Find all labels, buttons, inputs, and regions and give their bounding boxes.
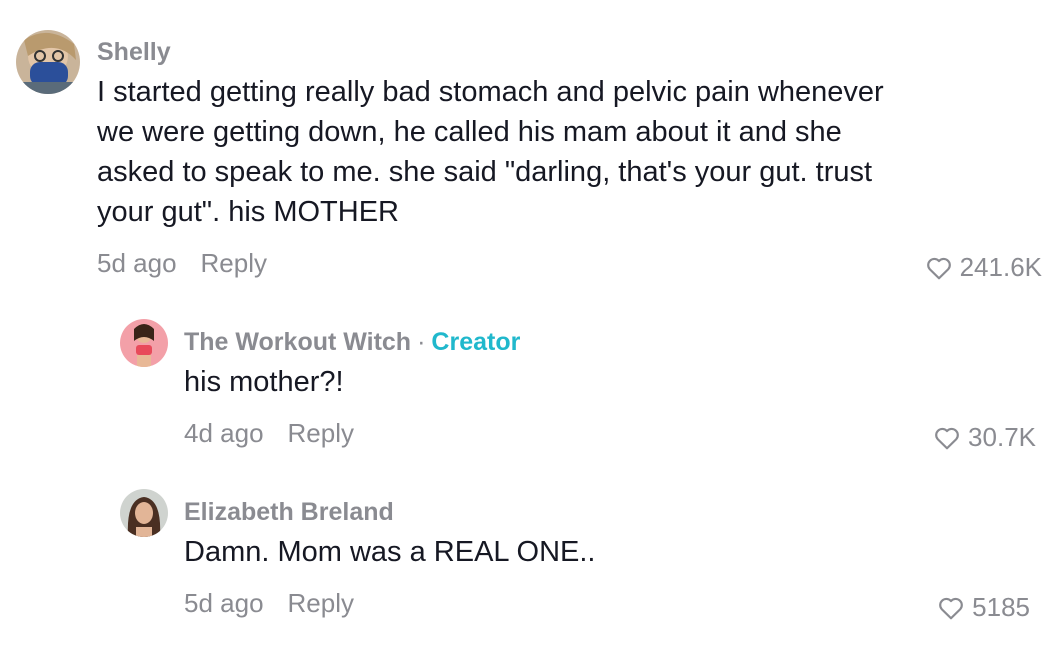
avatar[interactable] <box>16 30 80 94</box>
heart-icon <box>935 427 959 449</box>
reply-button[interactable]: Reply <box>288 588 354 618</box>
reply-meta: 4d ago Reply <box>184 418 354 449</box>
heart-icon <box>926 257 951 279</box>
like-count: 5185 <box>972 592 1030 622</box>
creator-badge: Creator <box>431 328 521 356</box>
reply-author[interactable]: The Workout Witch · Creator <box>184 328 520 357</box>
reply-timestamp: 5d ago <box>184 588 264 618</box>
reply-meta: 5d ago Reply <box>184 588 354 619</box>
like-count: 241.6K <box>959 252 1042 282</box>
avatar[interactable] <box>120 319 168 367</box>
comment-timestamp: 5d ago <box>97 248 177 278</box>
like-count: 30.7K <box>968 422 1036 452</box>
reply-button[interactable]: Reply <box>201 248 267 278</box>
reply-timestamp: 4d ago <box>184 418 264 448</box>
heart-icon <box>939 597 964 619</box>
reply-author[interactable]: Elizabeth Breland <box>184 498 394 527</box>
reply-text: Damn. Mom was a REAL ONE.. <box>184 536 596 568</box>
like-button[interactable]: 30.7K <box>934 422 1036 453</box>
author-name[interactable]: The Workout Witch <box>184 328 411 356</box>
comment-author[interactable]: Shelly <box>97 38 171 67</box>
comment-meta: 5d ago Reply <box>97 248 267 279</box>
avatar[interactable] <box>120 489 168 537</box>
reply-text: his mother?! <box>184 366 344 398</box>
separator: · <box>417 328 426 356</box>
comment-text: I started getting really bad stomach and… <box>97 76 884 228</box>
like-button[interactable]: 5185 <box>938 592 1030 623</box>
like-button[interactable]: 241.6K <box>926 252 1042 283</box>
reply-button[interactable]: Reply <box>288 418 354 448</box>
